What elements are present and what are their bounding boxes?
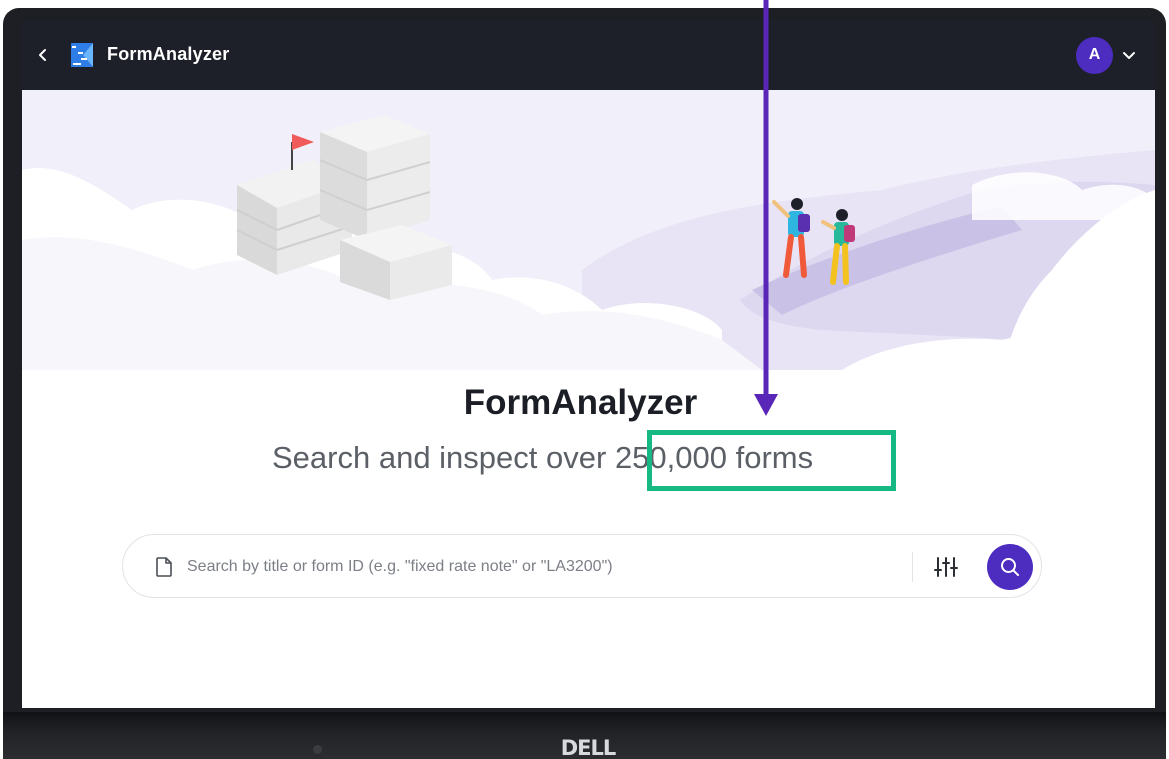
avatar[interactable]: A bbox=[1076, 36, 1113, 74]
sliders-icon bbox=[934, 557, 958, 577]
page-subtitle: Search and inspect over 250,000 forms bbox=[272, 440, 892, 476]
search-divider bbox=[912, 552, 913, 582]
page-title: FormAnalyzer bbox=[463, 383, 698, 422]
webcam bbox=[313, 745, 322, 754]
search-bar bbox=[122, 534, 1042, 598]
app-name: FormAnalyzer bbox=[107, 44, 230, 64]
chevron-left-icon bbox=[39, 49, 46, 61]
search-icon bbox=[1001, 558, 1019, 576]
back-button[interactable] bbox=[28, 40, 58, 70]
chevron-down-icon[interactable] bbox=[1122, 48, 1136, 62]
user-menu[interactable]: A bbox=[1076, 36, 1142, 74]
app-logo-icon bbox=[69, 41, 95, 69]
forms-count: 250,000 forms bbox=[614, 440, 814, 475]
screen: FormAnalyzer A FormAnalyzer Search and i… bbox=[22, 20, 1155, 708]
paper-stack-tall bbox=[319, 115, 431, 240]
device-brand-logo: DELL bbox=[560, 736, 617, 759]
search-button[interactable] bbox=[987, 544, 1033, 590]
search-input[interactable] bbox=[187, 549, 907, 585]
hero-illustration bbox=[22, 90, 1155, 370]
app-header: FormAnalyzer A bbox=[22, 20, 1155, 90]
filter-button[interactable] bbox=[929, 552, 963, 582]
subtitle-prefix: Search and inspect over bbox=[272, 440, 615, 475]
document-icon bbox=[156, 557, 172, 577]
